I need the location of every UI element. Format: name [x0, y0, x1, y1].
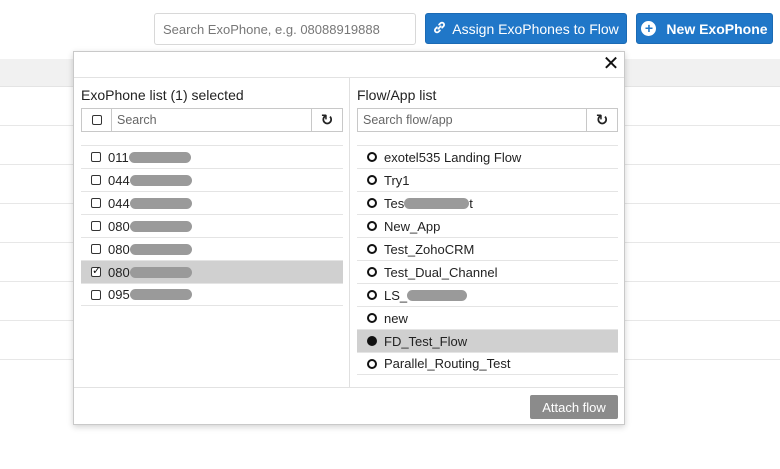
refresh-icon[interactable]: ↻	[312, 108, 343, 132]
exophone-number: 011	[108, 149, 129, 165]
radio-selected-icon[interactable]	[367, 336, 377, 346]
flow-name: exotel535 Landing Flow	[384, 149, 522, 165]
flow-name: Test_Dual_Channel	[384, 264, 498, 280]
radio-icon[interactable]	[367, 198, 377, 208]
radio-icon[interactable]	[367, 313, 377, 323]
checkbox-icon[interactable]	[91, 244, 101, 254]
radio-icon[interactable]	[367, 290, 377, 300]
flow-item[interactable]: Test_Dual_Channel	[357, 260, 618, 283]
flow-item[interactable]: Test_ZohoCRM	[357, 237, 618, 260]
flow-name-suffix: t	[469, 195, 473, 211]
flow-item-selected[interactable]: FD_Test_Flow	[357, 329, 618, 352]
flow-item[interactable]: LS_	[357, 283, 618, 306]
flow-list-title: Flow/App list	[357, 87, 437, 103]
radio-icon[interactable]	[367, 358, 377, 369]
checkbox-icon[interactable]	[91, 152, 101, 162]
exophone-number: 080	[108, 264, 130, 280]
redacted-number	[129, 197, 192, 209]
exophone-list-title: ExoPhone list (1) selected	[81, 87, 244, 103]
redacted-number	[129, 174, 192, 186]
redacted-text	[407, 289, 468, 301]
exophone-number: 080	[108, 241, 130, 257]
exophone-item[interactable]: 011	[81, 145, 343, 168]
exophone-item-selected[interactable]: 080	[81, 260, 343, 283]
exophone-item[interactable]: 095	[81, 283, 343, 306]
flow-name: new	[384, 310, 408, 326]
radio-icon[interactable]	[367, 175, 377, 185]
flow-item[interactable]: new	[357, 306, 618, 329]
flow-item[interactable]: Tes t	[357, 191, 618, 214]
exophone-number: 080	[108, 218, 130, 234]
redacted-number	[128, 151, 191, 163]
checkbox-icon[interactable]	[91, 289, 101, 300]
plus-icon: +	[641, 21, 657, 36]
radio-icon[interactable]	[367, 267, 377, 277]
toolbar: Assign ExoPhones to Flow + New ExoPhone	[0, 0, 780, 58]
flow-search-input[interactable]	[357, 108, 587, 132]
checkbox-icon[interactable]	[91, 198, 101, 208]
flow-name: Tes	[384, 195, 405, 211]
radio-icon[interactable]	[367, 152, 377, 162]
exophone-list: 011 044 044 080 080 ✓ 080 095	[81, 145, 343, 306]
radio-icon[interactable]	[367, 244, 377, 254]
checkbox-icon[interactable]	[91, 221, 101, 231]
redacted-number	[129, 220, 192, 232]
checkbox-icon	[91, 115, 102, 125]
redacted-text	[404, 197, 470, 209]
attach-flow-button[interactable]: Attach flow	[530, 395, 618, 419]
exophone-number: 044	[108, 195, 130, 211]
flow-name: Try1	[384, 172, 410, 188]
flow-name: Parallel_Routing_Test	[384, 356, 511, 371]
exophone-item[interactable]: 044	[81, 168, 343, 191]
assign-exophones-label: Assign ExoPhones to Flow	[452, 20, 619, 37]
exophone-number: 095	[108, 287, 130, 302]
flow-name: LS_	[384, 287, 408, 303]
exophone-item[interactable]: 044	[81, 191, 343, 214]
flow-list-searchbar: ↻	[357, 108, 618, 132]
redacted-number	[129, 289, 192, 300]
exophone-item[interactable]: 080	[81, 214, 343, 237]
flow-item[interactable]: Try1	[357, 168, 618, 191]
redacted-number	[129, 266, 192, 278]
flow-list: exotel535 Landing Flow Try1 Tes t New_Ap…	[357, 145, 618, 375]
flow-name: Test_ZohoCRM	[384, 241, 475, 257]
flow-name: New_App	[384, 218, 441, 234]
assign-flow-modal: ✕ ExoPhone list (1) selected ↻ 011 044	[73, 51, 625, 425]
refresh-icon[interactable]: ↻	[587, 108, 618, 132]
exophone-search-input[interactable]	[154, 13, 416, 45]
flow-item[interactable]: exotel535 Landing Flow	[357, 145, 618, 168]
exophone-list-searchbar: ↻	[81, 108, 343, 132]
exophone-number: 044	[108, 172, 130, 188]
modal-header: ✕	[74, 52, 624, 78]
link-icon	[433, 21, 446, 37]
exophone-list-search-input[interactable]	[111, 108, 312, 132]
modal-body: ExoPhone list (1) selected ↻ 011 044	[74, 78, 624, 387]
close-icon[interactable]: ✕	[602, 54, 620, 74]
new-exophone-button[interactable]: + New ExoPhone	[636, 13, 773, 44]
flow-item[interactable]: New_App	[357, 214, 618, 237]
modal-footer: Attach flow	[74, 387, 624, 424]
new-exophone-label: New ExoPhone	[666, 20, 768, 37]
select-all-checkbox[interactable]	[81, 108, 111, 132]
exophone-item[interactable]: 080	[81, 237, 343, 260]
flow-name: FD_Test_Flow	[384, 333, 468, 349]
flow-item[interactable]: Parallel_Routing_Test	[357, 352, 618, 375]
flow-list-panel: Flow/App list ↻ exotel535 Landing Flow T…	[350, 78, 624, 387]
radio-icon[interactable]	[367, 221, 377, 231]
exophone-list-panel: ExoPhone list (1) selected ↻ 011 044	[74, 78, 350, 387]
assign-exophones-button[interactable]: Assign ExoPhones to Flow	[425, 13, 627, 44]
redacted-number	[129, 243, 192, 255]
checkbox-icon[interactable]	[91, 175, 101, 185]
checked-checkbox-icon[interactable]	[91, 264, 101, 277]
